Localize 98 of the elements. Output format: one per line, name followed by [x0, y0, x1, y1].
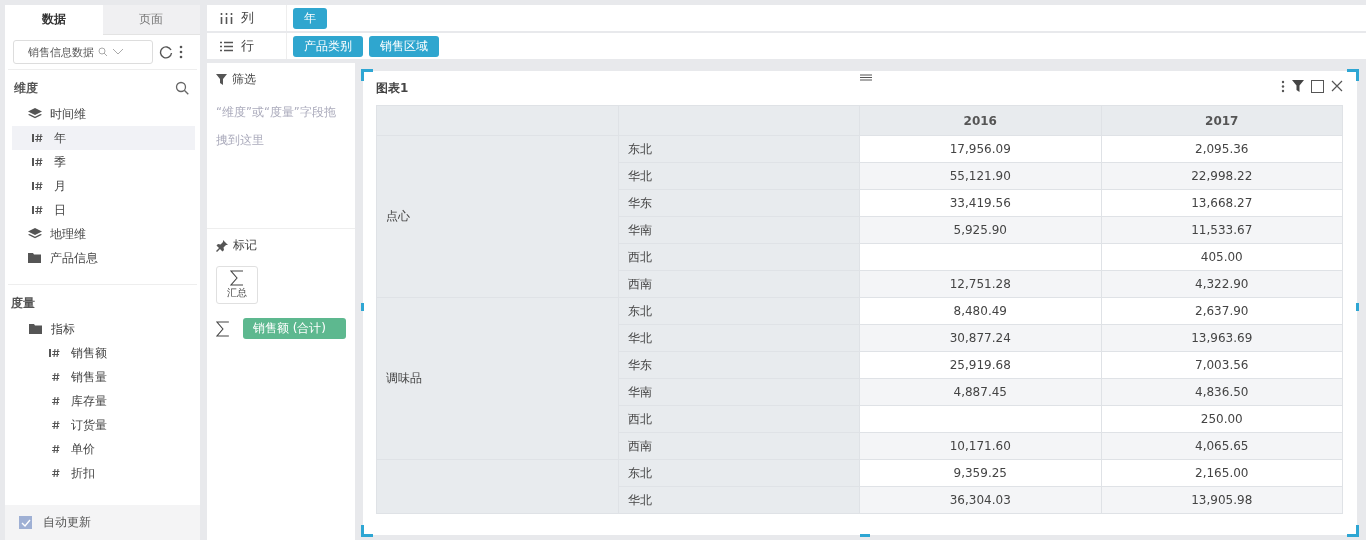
table-cell: 4,065.65 — [1101, 432, 1343, 460]
field-item[interactable]: 日 — [12, 198, 195, 222]
table-cell: 西南 — [618, 270, 860, 298]
table-cell: 7,003.56 — [1101, 351, 1343, 379]
field-item[interactable]: 订货量 — [21, 413, 198, 437]
field-item[interactable]: 折扣 — [21, 461, 198, 485]
search-icon[interactable] — [175, 81, 189, 95]
refresh-icon[interactable] — [159, 45, 173, 59]
section-title: 标记 — [233, 237, 257, 254]
table-cell: 17,956.09 — [859, 135, 1101, 163]
field-item[interactable]: 季 — [12, 150, 195, 174]
tree-item[interactable]: 时间维 — [8, 102, 197, 126]
table-cell: 5,925.90 — [859, 216, 1101, 244]
table-cell: 西北 — [618, 243, 860, 271]
folder-icon — [29, 323, 43, 335]
close-icon[interactable] — [1331, 80, 1343, 92]
table-cell: 2,095.36 — [1101, 135, 1343, 163]
table-cell: 13,905.98 — [1101, 486, 1343, 514]
table-cell: 30,877.24 — [859, 324, 1101, 352]
mark-type-button[interactable]: 汇总 — [216, 266, 258, 304]
folder-icon — [28, 252, 42, 264]
resize-corner[interactable] — [1347, 69, 1359, 81]
table-cell: 华东 — [618, 351, 860, 379]
table-cell: 2,637.90 — [1101, 297, 1343, 325]
table-cell: 9,359.25 — [859, 459, 1101, 487]
table-cell: 2,165.00 — [1101, 459, 1343, 487]
layers-icon — [28, 228, 42, 240]
table-cell: 4,322.90 — [1101, 270, 1343, 298]
tree-item[interactable]: 地理维 — [8, 222, 197, 246]
section-title: 筛选 — [232, 71, 256, 88]
table-cell: 250.00 — [1101, 405, 1343, 433]
group-cell: 点心 — [376, 135, 618, 298]
resize-corner[interactable] — [361, 69, 373, 81]
field-item[interactable]: 单价 — [21, 437, 198, 461]
table-cell: 13,668.27 — [1101, 189, 1343, 217]
sigma-icon — [230, 270, 244, 286]
section-title: 维度 — [14, 79, 38, 97]
list-icon — [220, 40, 233, 52]
table-cell: 13,963.69 — [1101, 324, 1343, 352]
drop-hint: “维度”或“度量”字段拖拽到这里 — [216, 104, 337, 149]
column-header: 2017 — [1101, 105, 1343, 136]
table-cell: 4,887.45 — [859, 378, 1101, 406]
table-cell: 12,751.28 — [859, 270, 1101, 298]
pin-icon — [216, 239, 228, 252]
resize-corner[interactable] — [1347, 525, 1359, 537]
table-cell: 东北 — [618, 459, 860, 487]
resize-handle[interactable] — [361, 303, 364, 311]
group-cell: 调味品 — [376, 297, 618, 460]
field-item[interactable]: 年 — [12, 126, 195, 150]
table-cell: 华南 — [618, 378, 860, 406]
checkbox[interactable] — [19, 516, 32, 529]
table-cell: 25,919.68 — [859, 351, 1101, 379]
panel-tab[interactable]: 页面 — [102, 5, 200, 35]
table-cell: 华北 — [618, 486, 860, 514]
table-cell: 西北 — [618, 405, 860, 433]
column-header: 2016 — [859, 105, 1101, 136]
tree-item[interactable]: 产品信息 — [8, 246, 197, 270]
table-cell: 4,836.50 — [1101, 378, 1343, 406]
filter-icon[interactable] — [1292, 80, 1304, 92]
table-cell: 11,533.67 — [1101, 216, 1343, 244]
chart-title: 图表1 — [376, 79, 409, 97]
columns-icon — [220, 12, 233, 24]
checkbox-label: 自动更新 — [43, 514, 91, 531]
table-cell: 华东 — [618, 189, 860, 217]
resize-corner[interactable] — [361, 525, 373, 537]
field-item[interactable]: 月 — [12, 174, 195, 198]
more-icon[interactable] — [1281, 79, 1285, 93]
maximize-icon[interactable] — [1311, 79, 1324, 93]
table-cell: 8,480.49 — [859, 297, 1101, 325]
sigma-icon — [216, 320, 230, 337]
filter-icon — [216, 74, 227, 85]
table-cell: 10,171.60 — [859, 432, 1101, 460]
shelf-label: 行 — [241, 37, 254, 55]
more-icon[interactable] — [179, 45, 183, 59]
resize-handle[interactable] — [1356, 303, 1359, 311]
table-cell: 华南 — [618, 216, 860, 244]
resize-handle[interactable] — [860, 534, 870, 537]
table-cell: 405.00 — [1101, 243, 1343, 271]
table-cell: 华北 — [618, 162, 860, 190]
dataset-select[interactable]: 销售信息数据 — [13, 40, 153, 64]
table-cell: 36,304.03 — [859, 486, 1101, 514]
layers-icon — [28, 108, 42, 120]
table-cell: 西南 — [618, 432, 860, 460]
table-cell: 22,998.22 — [1101, 162, 1343, 190]
table-cell: 东北 — [618, 297, 860, 325]
tree-item[interactable]: 指标 — [5, 317, 200, 341]
search-icon — [98, 47, 108, 57]
chevron-down-icon — [112, 48, 124, 56]
table-cell: 55,121.90 — [859, 162, 1101, 190]
drag-handle-icon[interactable] — [860, 74, 872, 81]
field-item[interactable]: 销售量 — [21, 365, 198, 389]
section-title: 度量 — [11, 294, 35, 312]
table-cell: 33,419.56 — [859, 189, 1101, 217]
field-item[interactable]: 库存量 — [21, 389, 198, 413]
table-cell: 华北 — [618, 324, 860, 352]
shelf-label: 列 — [241, 9, 254, 27]
field-item[interactable]: 销售额 — [21, 341, 198, 365]
table-cell: 东北 — [618, 135, 860, 163]
